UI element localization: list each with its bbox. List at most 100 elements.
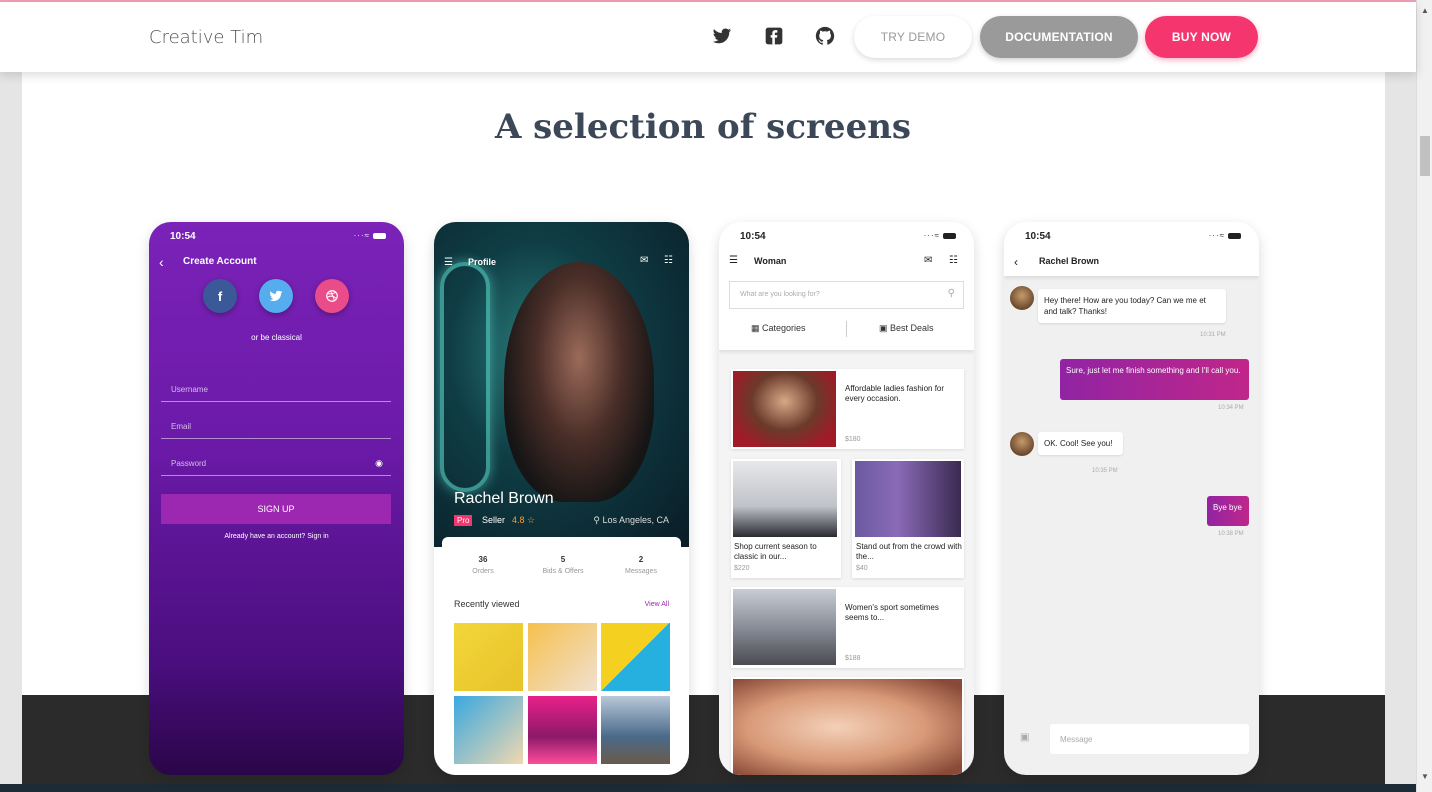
product-image	[733, 589, 836, 665]
cart-icon[interactable]: ☷	[664, 255, 673, 266]
recent-item[interactable]	[601, 696, 670, 764]
star-icon: ☆	[527, 515, 536, 525]
recent-item[interactable]	[454, 623, 523, 691]
screen-title: Profile	[468, 257, 497, 267]
scroll-down-arrow[interactable]: ▼	[1421, 772, 1429, 781]
chat-icon[interactable]: ✉	[640, 255, 648, 266]
product-card[interactable]: Stand out from the crowd with the... $40	[852, 459, 964, 578]
stat-value: 2	[638, 555, 644, 564]
menu-icon[interactable]: ☰	[444, 257, 453, 268]
view-all-link[interactable]: View All	[645, 601, 669, 608]
stat-bids[interactable]: 5 Bids & Offers	[528, 555, 598, 575]
facebook-icon[interactable]: f	[203, 279, 237, 313]
message-in: OK. Cool! See you!	[1038, 432, 1123, 455]
phone-woman-shop: 10:54 ···≈ ☰ Woman ✉ ☷ What are you look…	[719, 222, 974, 775]
buy-now-button[interactable]: BUY NOW	[1145, 16, 1258, 58]
product-text: Affordable ladies fashion for every occa…	[845, 384, 945, 403]
recent-item[interactable]	[528, 696, 597, 764]
product-text: Stand out from the crowd with the...	[856, 542, 962, 561]
shop-header: 10:54 ···≈ ☰ Woman ✉ ☷ What are you look…	[719, 222, 974, 350]
tab-best-deals[interactable]: ▣ Best Deals	[879, 323, 934, 334]
navbar: Creative Tim TRY DEMO DOCUMENTATION BUY …	[0, 2, 1416, 72]
portrait	[504, 262, 654, 502]
eye-icon[interactable]: ◉	[375, 458, 383, 469]
dribbble-icon[interactable]	[315, 279, 349, 313]
documentation-button[interactable]: DOCUMENTATION	[980, 16, 1138, 58]
status-icons: ···≈	[1209, 231, 1241, 240]
status-icons: ···≈	[924, 231, 956, 240]
product-card[interactable]	[731, 677, 964, 775]
message-time: 10:31 PM	[1200, 332, 1226, 338]
back-icon[interactable]: ‹	[159, 254, 164, 270]
stat-messages[interactable]: 2 Messages	[606, 555, 676, 575]
sign-up-button[interactable]: SIGN UP	[161, 494, 391, 524]
product-image	[733, 461, 837, 537]
camera-icon: ▣	[879, 323, 888, 333]
search-icon[interactable]: ⚲	[948, 288, 955, 299]
stat-label: Orders	[472, 568, 494, 575]
rating: 4.8 ☆	[512, 515, 535, 526]
neon-light	[440, 262, 490, 492]
recent-item[interactable]	[454, 696, 523, 764]
message-input[interactable]: Message	[1050, 724, 1249, 754]
recent-item[interactable]	[528, 623, 597, 691]
product-card[interactable]: Shop current season to classic in our...…	[731, 459, 841, 578]
product-card[interactable]: Women's sport sometimes seems to... $188	[731, 587, 964, 668]
try-demo-button[interactable]: TRY DEMO	[854, 16, 972, 58]
twitter-icon[interactable]	[712, 26, 732, 46]
back-icon[interactable]: ‹	[1014, 255, 1018, 269]
stat-orders[interactable]: 36 Orders	[448, 555, 518, 575]
product-image	[733, 679, 962, 775]
message-out: Bye bye	[1207, 496, 1249, 526]
pro-badge: Pro	[454, 515, 473, 526]
product-price: $40	[856, 565, 868, 572]
phone-create-account: 10:54 ···≈ ‹ Create Account f or be clas…	[149, 222, 404, 775]
stat-value: 5	[560, 555, 566, 564]
tab-categories[interactable]: ▦ Categories	[751, 323, 806, 334]
brand-logo[interactable]: Creative Tim	[149, 27, 263, 48]
camera-icon[interactable]: ▣	[1020, 732, 1029, 743]
cart-icon[interactable]: ☷	[949, 255, 958, 266]
product-image	[855, 461, 961, 537]
rating-value: 4.8	[512, 515, 525, 525]
username-field[interactable]: Username	[161, 378, 391, 402]
or-classical-text: or be classical	[251, 333, 302, 342]
product-text: Women's sport sometimes seems to...	[845, 603, 939, 622]
avatar	[1010, 432, 1034, 456]
search-input[interactable]: What are you looking for? ⚲	[729, 281, 964, 309]
twitter-icon[interactable]	[259, 279, 293, 313]
profile-card: 36 Orders 5 Bids & Offers 2 Messages Rec…	[442, 537, 681, 775]
screen-title: Rachel Brown	[1039, 256, 1100, 266]
scroll-thumb[interactable]	[1420, 136, 1430, 176]
github-icon[interactable]	[815, 26, 835, 46]
email-field[interactable]: Email	[161, 415, 391, 439]
location-text: Los Angeles, CA	[602, 515, 669, 525]
location: ⚲ Los Angeles, CA	[593, 515, 669, 526]
facebook-icon[interactable]	[764, 26, 784, 46]
tab-label: Best Deals	[890, 323, 934, 333]
filter-icon[interactable]: ☰	[729, 255, 738, 266]
password-field[interactable]: Password ◉	[161, 452, 391, 476]
stat-label: Messages	[625, 568, 657, 575]
profile-name: Rachel Brown	[454, 490, 554, 507]
stat-label: Bids & Offers	[542, 568, 584, 575]
page-scrollbar[interactable]: ▲ ▼	[1416, 0, 1432, 792]
status-time: 10:54	[1025, 231, 1051, 242]
screen-title: Woman	[754, 256, 787, 266]
sign-in-link[interactable]: Already have an account? Sign in	[149, 533, 404, 540]
role-label: Seller	[482, 515, 506, 525]
stat-value: 36	[478, 555, 488, 564]
os-taskbar	[0, 784, 1416, 792]
product-card[interactable]: Affordable ladies fashion for every occa…	[731, 369, 964, 449]
tab-divider	[846, 321, 847, 337]
scroll-up-arrow[interactable]: ▲	[1421, 6, 1429, 15]
chat-icon[interactable]: ✉	[924, 255, 932, 266]
status-icons: ···≈	[354, 231, 386, 240]
recent-item[interactable]	[601, 623, 670, 691]
message-time: 10:35 PM	[1092, 468, 1118, 474]
product-price: $220	[734, 565, 750, 572]
phone-chat: 10:54 ···≈ ‹ Rachel Brown Hey there! How…	[1004, 222, 1259, 775]
password-placeholder: Password	[171, 459, 207, 468]
chat-header: 10:54 ···≈ ‹ Rachel Brown	[1004, 222, 1259, 276]
search-placeholder: What are you looking for?	[740, 291, 820, 298]
